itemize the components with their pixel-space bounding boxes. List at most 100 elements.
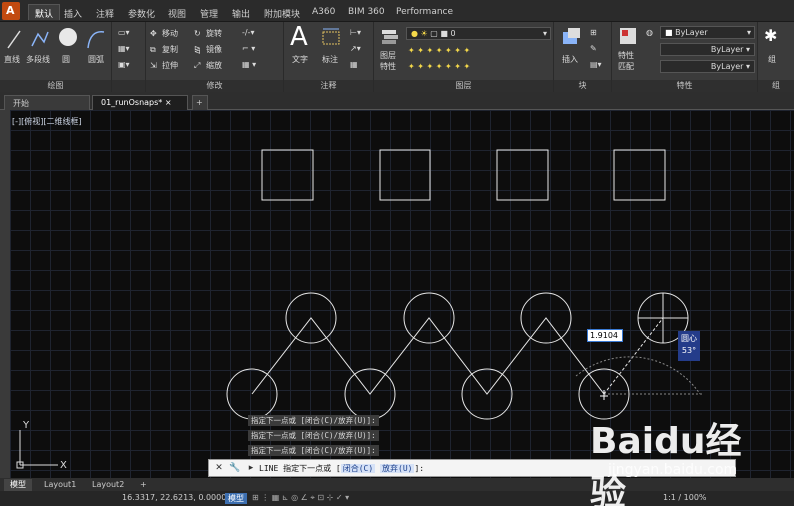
modify-panel-label[interactable]: 修改 [146,80,283,92]
text-tool-label[interactable]: 文字 [292,54,308,65]
watermark-logo: Baidu经验 [590,421,742,506]
coordinate-readout[interactable]: 16.3317, 22.6213, 0.0000 [122,493,226,502]
circle-icon[interactable] [57,26,79,48]
insert-icon[interactable] [560,26,582,48]
block-panel-label[interactable]: 块 [554,80,611,92]
lock-icon: ▢ [430,29,438,38]
scale-tool[interactable]: ⤢ 缩放 [194,60,222,71]
osnap-angle: 53° [681,346,697,355]
status-toggle-icons[interactable]: ⊞ ⋮ ▦ ⊾ ◎ ∠ ⌖ ⊡ ⊹ ✓ ▾ [252,493,349,503]
application-menu-button[interactable]: A [2,2,20,20]
color-wheel-icon: ◍ [646,28,653,37]
sun-icon: ☀ [420,29,428,38]
ribbon-tab-bar: A 默认 插入 注释 参数化 视图 管理 输出 附加模块 A360 BIM 36… [0,0,794,22]
tab-a360[interactable]: A360 [306,5,341,21]
tab-output[interactable]: 输出 [226,5,256,21]
layer-color-swatch: ■ [440,29,448,38]
command-prompt[interactable]: LINE 指定下一点或 [闭合(C) 放弃(U)]: [259,463,424,474]
tab-performance[interactable]: Performance [390,5,459,21]
match-properties-icon[interactable] [618,26,638,46]
rotate-tool[interactable]: ↻ 旋转 [194,28,222,39]
layer-tools-row2[interactable]: ✦ ✦ ✦ ✦ ✦ ✦ ✦ [408,62,470,71]
dynamic-input-field[interactable]: 1.9104 [587,329,623,342]
layers-panel-label[interactable]: 图层 [374,80,553,92]
model-space-button[interactable]: 模型 [225,493,247,504]
text-icon[interactable]: A [290,22,308,52]
polyline-tool-label[interactable]: 多段线 [26,54,50,65]
dimension-icon[interactable] [320,26,342,48]
recent-commands-icon[interactable]: ▸ [245,462,257,474]
polyline-icon[interactable] [30,28,50,50]
move-tool[interactable]: ✥ 移动 [150,28,178,39]
gradient-icon[interactable]: ▣▾ [118,60,130,69]
group-icon[interactable]: ✱ [764,26,777,45]
close-icon[interactable]: ✕ [213,462,225,474]
viewport-controls-label[interactable]: [-][俯视][二维线框] [12,116,82,127]
draw-extra-panel: ▭▾ ▦▾ ▣▾ [112,22,146,92]
layer-properties-icon[interactable] [380,26,400,46]
ribbon-panel: 直线 多段线 圆 圆弧 绘图 ▭▾ ▦▾ ▣▾ ✥ 移动 ↻ 旋转 ⧉ 复制 ⧎ 镜像 … [0,22,794,92]
tab-addins[interactable]: 附加模块 [258,5,306,21]
tab-layout2[interactable]: Layout2 [86,479,130,491]
bulb-icon: ● [411,29,418,38]
tab-model[interactable]: 模型 [4,479,32,491]
stretch-tool[interactable]: ⇲ 拉伸 [150,60,178,71]
linetype-dropdown[interactable]: ByLayer ▾ [660,43,755,56]
copy-tool[interactable]: ⧉ 复制 [150,44,178,55]
option-undo[interactable]: 放弃(U) [380,464,415,473]
trim-icon[interactable]: -/-▾ [242,28,254,37]
tab-layout1[interactable]: Layout1 [38,479,82,491]
line-icon[interactable] [6,28,22,50]
array-icon[interactable]: ▦ ▾ [242,60,256,69]
tab-view[interactable]: 视图 [162,5,192,21]
tab-bim360[interactable]: BIM 360 [342,5,391,21]
color-dropdown[interactable]: ■ ByLayer ▾ [660,26,755,39]
annotation-panel-label[interactable]: 注释 [284,80,373,92]
group-tool-label[interactable]: 组 [768,54,776,65]
new-tab-button[interactable]: + [192,95,208,110]
lineweight-dropdown[interactable]: ByLayer ▾ [660,60,755,73]
draw-panel-label[interactable]: 绘图 [0,80,111,92]
circle-tool-label[interactable]: 圆 [62,54,70,65]
attribute-icon[interactable]: ▤▾ [590,60,602,69]
osnap-mode: 圆心 [681,334,697,343]
tab-annotate[interactable]: 注释 [90,5,120,21]
arc-icon[interactable] [86,28,106,50]
wrench-icon[interactable]: 🔧 [229,462,241,474]
tab-parametric[interactable]: 参数化 [122,5,161,21]
command-history-line-2: 指定下一点或 [闭合(C)/放弃(U)]: [248,430,379,441]
edit-block-icon[interactable]: ✎ [590,44,597,53]
table-icon[interactable]: ▦ [350,60,358,69]
tab-manage[interactable]: 管理 [194,5,224,21]
properties-panel-label[interactable]: 特性 [612,80,757,92]
hatch-icon[interactable]: ▦▾ [118,44,130,53]
layer-properties-label[interactable]: 图层 特性 [380,50,396,72]
fillet-icon[interactable]: ⌐ ▾ [242,44,255,53]
tab-default[interactable]: 默认 [28,4,61,20]
leader-icon[interactable]: ⊢▾ [350,28,361,37]
match-properties-label[interactable]: 特性 匹配 [618,50,634,72]
rectangle-icon[interactable]: ▭▾ [118,28,130,37]
add-layout-button[interactable]: + [134,479,153,491]
layer-dropdown[interactable]: ● ☀ ▢ ■ 0 ▾ [406,27,551,40]
tab-drawing[interactable]: 01_runOsnaps* × [92,95,188,110]
command-history-line-1: 指定下一点或 [闭合(C)/放弃(U)]: [248,415,379,426]
option-close[interactable]: 闭合(C) [340,464,376,473]
multileader-icon[interactable]: ↗▾ [350,44,361,53]
insert-tool-label[interactable]: 插入 [562,54,578,65]
osnap-tooltip: 圆心 53° [678,331,700,361]
close-icon[interactable]: × [165,98,172,107]
groups-panel-label[interactable]: 组 [758,80,794,92]
create-block-icon[interactable]: ⊞ [590,28,597,37]
line-tool-label[interactable]: 直线 [4,54,20,65]
layers-panel: 图层 特性 ● ☀ ▢ ■ 0 ▾ ✦ ✦ ✦ ✦ ✦ ✦ ✦ ✦ ✦ ✦ ✦ … [374,22,554,92]
tab-start[interactable]: 开始 [4,95,90,110]
draw-panel: 直线 多段线 圆 圆弧 绘图 [0,22,112,92]
tab-insert[interactable]: 插入 [58,5,88,21]
dimension-tool-label[interactable]: 标注 [322,54,338,65]
layer-tools-row1[interactable]: ✦ ✦ ✦ ✦ ✦ ✦ ✦ [408,46,470,55]
modify-panel: ✥ 移动 ↻ 旋转 ⧉ 复制 ⧎ 镜像 ⇲ 拉伸 ⤢ 缩放 -/-▾ ⌐ ▾ ▦ ▾ 修改 [146,22,284,92]
mirror-tool[interactable]: ⧎ 镜像 [194,44,222,55]
document-tab-bar: 开始 01_runOsnaps* × + [0,92,794,110]
arc-tool-label[interactable]: 圆弧 [88,54,104,65]
